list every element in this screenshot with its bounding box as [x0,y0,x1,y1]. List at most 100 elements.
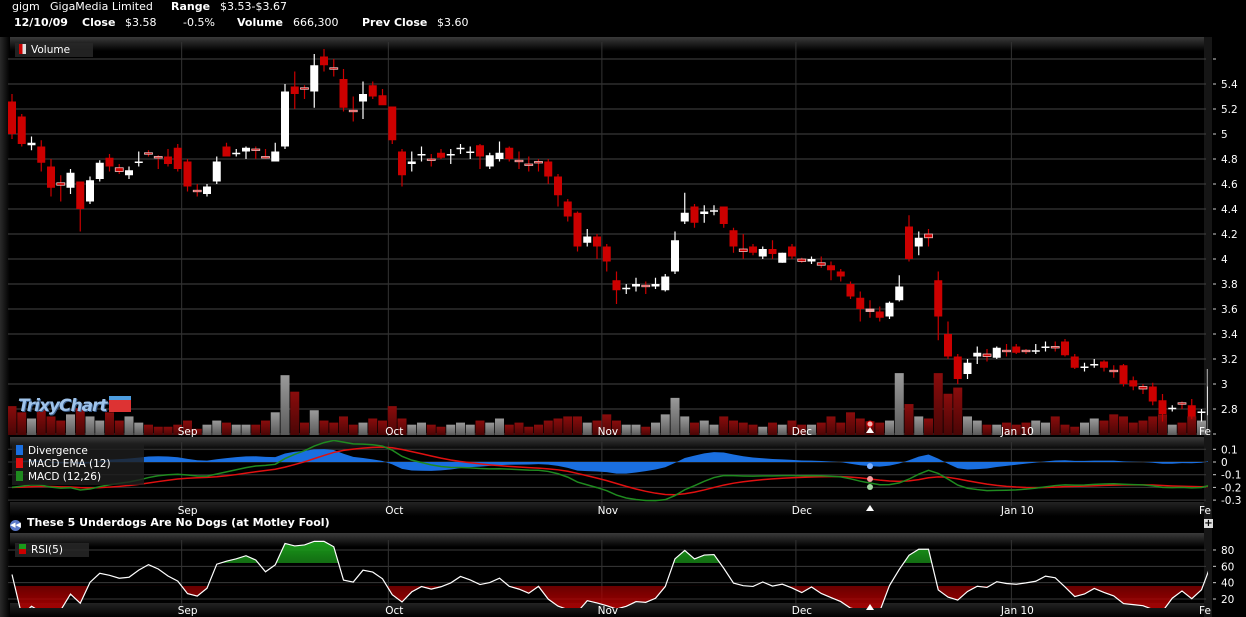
candle-body [729,230,738,247]
volume-bar [1138,420,1148,435]
candle-body [407,161,416,164]
volume-bar [631,424,641,435]
news-headline[interactable]: These 5 Underdogs Are No Dogs (at Motley… [27,516,330,529]
candle-body [1119,365,1128,384]
candle-body [534,161,543,164]
divergence-legend-label: Divergence [28,445,88,457]
volume-bar [641,426,651,435]
macd-legend[interactable]: Divergence MACD EMA (12) MACD (12,26) [12,444,144,485]
news-bar[interactable]: ◀◀ These 5 Underdogs Are No Dogs (at Motl… [10,516,330,531]
candle-body [816,262,826,266]
candle-body [271,151,280,162]
volume-bar [163,426,173,435]
volume-legend-label: Volume [31,44,71,56]
volume-bar [875,422,885,435]
candle-body [417,154,426,156]
candle-body [982,353,992,357]
volume-bar [972,420,982,435]
candle-body [66,172,75,188]
candle-body [388,106,397,141]
candle-body [885,302,894,317]
volume-label: Volume [237,16,283,29]
divergence-swatch-icon [16,445,23,455]
volume-bar [768,422,777,435]
volume-bar [85,416,95,435]
candle-body [963,362,972,374]
volume-bar [709,424,719,435]
price-tick-label: 3.4 [1221,329,1238,341]
candle-body [953,356,962,379]
price-tick-label: 5 [1221,129,1228,141]
volume-bar [475,420,485,435]
volume-bar [1148,416,1158,435]
candle-body [251,148,261,151]
volume-bar [963,416,972,435]
candle-body [134,161,143,163]
candle-body [914,237,923,247]
expand-button[interactable]: + [1204,519,1213,529]
volume-bar [953,387,963,435]
volume-bar [114,420,124,435]
volume-bar [95,420,105,435]
volume-bar [573,416,582,435]
date-label: Oct [385,426,403,438]
volume-bar [543,420,553,435]
close-value: $3.58 [125,16,157,29]
candle-body [797,258,807,262]
candle-body [973,352,982,357]
volume-bar [748,424,758,435]
candle-body [622,287,631,290]
date-label: Dec [792,426,813,438]
candle-body [290,86,299,94]
candle-body [281,91,289,147]
candle-body [924,233,933,239]
volume-bar [777,424,787,435]
volume-bar [446,424,456,435]
volume-bar [261,420,270,435]
volume-bar [46,416,56,435]
volume-bar [651,422,660,435]
selected-volume-dot [866,420,874,428]
candle-body [495,152,504,159]
candle-body [212,161,221,182]
candle-body [1090,364,1099,366]
volume-bar [1177,422,1187,435]
candle-body [563,201,572,217]
volume-bar [982,424,992,435]
volume-bar [836,422,846,435]
volume-bar [426,424,436,435]
volume-value: 666,300 [293,16,339,29]
rewind-icon[interactable]: ◀◀ [10,520,21,531]
candle-body [17,116,26,144]
volume-bar [202,424,212,435]
symbol: gigm [12,0,40,13]
volume-bar [456,422,465,435]
candle-body [1158,400,1167,414]
candle-body [105,157,114,167]
candle-body [632,284,640,287]
candle-body [164,156,172,164]
candle-body [700,211,709,214]
volume-bar [904,404,914,435]
price-tick-label: 3.6 [1221,304,1238,316]
candle-body [1129,380,1138,387]
volume-bar [660,414,670,435]
date-label: Dec [792,505,813,517]
volume-bar [992,424,1002,435]
volume-legend[interactable]: Volume [15,43,93,57]
candle-body [934,280,943,317]
volume-bar [436,426,446,435]
candle-body [573,212,582,247]
price-tick-label: 4 [1221,254,1228,266]
macd-tick-label: 0.1 [1221,444,1238,456]
candle-body [524,163,534,166]
rsi-legend[interactable]: RSI(5) [15,543,89,557]
volume-bar [1070,426,1080,435]
volume-bar [309,410,319,435]
candle-body [242,147,250,152]
volume-bar [1060,424,1070,435]
change-percent: -0.5% [183,16,215,29]
date-label: Nov [598,605,619,617]
date-label: Sep [178,426,198,438]
volume-bar [417,422,426,435]
